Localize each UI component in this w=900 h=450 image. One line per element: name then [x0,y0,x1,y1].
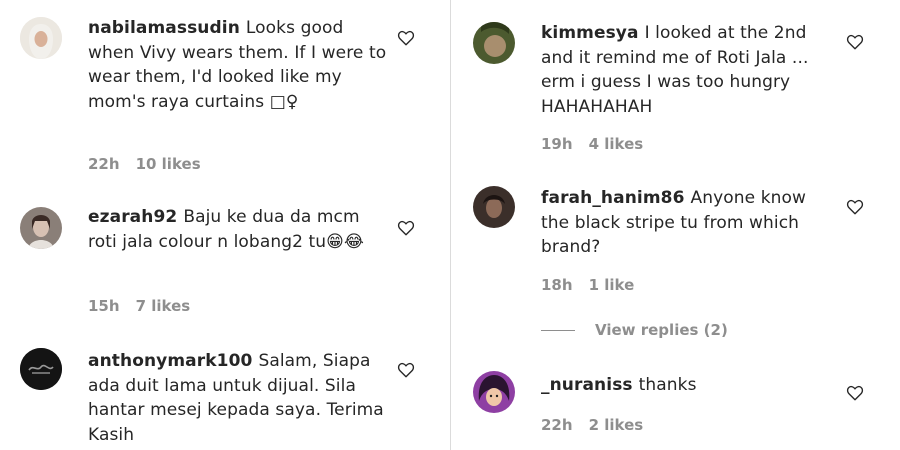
comment-meta: 15h 7 likes [88,297,190,315]
heart-icon[interactable] [397,361,415,379]
comment-username[interactable]: _nuraniss [541,375,633,395]
person-photo-avatar[interactable] [20,207,62,249]
comment-time[interactable]: 19h [541,135,573,153]
heart-icon[interactable] [846,198,864,216]
column-divider [450,0,451,450]
comment-username[interactable]: anthonymark100 [88,351,252,371]
comment-text: kimmesya I looked at the 2nd and it remin… [541,21,831,119]
comment-likes[interactable]: 7 likes [136,297,191,315]
comment-likes[interactable]: 2 likes [589,416,644,434]
comment-likes[interactable]: 4 likes [589,135,644,153]
heart-icon[interactable] [846,33,864,51]
comment-meta: 22h 10 likes [88,155,201,173]
heart-icon[interactable] [397,29,415,47]
comment-meta: 18h 1 like [541,276,634,294]
comment-meta: 19h 4 likes [541,135,643,153]
comment-time[interactable]: 15h [88,297,120,315]
heart-icon[interactable] [397,219,415,237]
comment-body: thanks [638,375,697,395]
comment-text: ezarah92 Baju ke dua da mcm roti jala col… [88,205,388,254]
comment-likes[interactable]: 10 likes [136,155,201,173]
green-photo-avatar[interactable] [473,22,515,64]
comment-meta: 22h 2 likes [541,416,643,434]
comment-username[interactable]: ezarah92 [88,207,177,227]
comment-time[interactable]: 22h [88,155,120,173]
cartoon-girl-avatar[interactable] [473,371,515,413]
view-replies-label[interactable]: View replies (2) [595,321,728,339]
hijab-woman-avatar[interactable] [20,17,62,59]
view-replies-button[interactable]: View replies (2) [541,321,728,339]
comment-username[interactable]: nabilamassudin [88,18,240,38]
comment-text: farah_hanim86 Anyone know the black strip… [541,186,831,260]
comment-username[interactable]: farah_hanim86 [541,188,685,208]
dark-photo-avatar[interactable] [473,186,515,228]
comment-time[interactable]: 22h [541,416,573,434]
comment-text: _nuraniss thanks [541,373,831,398]
heart-icon[interactable] [846,384,864,402]
dark-logo-avatar[interactable] [20,348,62,390]
replies-line [541,330,575,331]
comment-time[interactable]: 18h [541,276,573,294]
comment-text: anthonymark100 Salam, Siapa ada duit lama… [88,349,388,447]
comment-likes[interactable]: 1 like [589,276,635,294]
comment-text: nabilamassudin Looks good when Vivy wears… [88,16,388,114]
comment-username[interactable]: kimmesya [541,23,639,43]
